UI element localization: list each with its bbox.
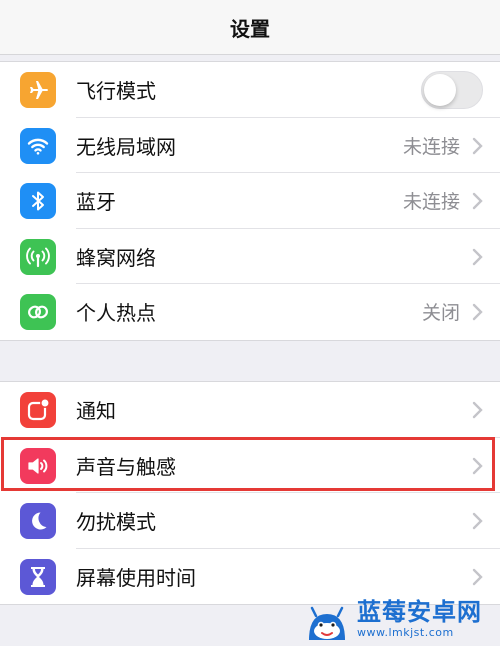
settings-row-label: 声音与触感 bbox=[76, 454, 176, 479]
wlan-status: 未连接 bbox=[402, 135, 460, 158]
settings-row-do-not-disturb[interactable]: 勿扰模式 bbox=[0, 493, 500, 549]
watermark-name: 蓝莓安卓网 bbox=[357, 597, 482, 626]
chevron-right-icon bbox=[472, 401, 483, 419]
chevron-right-icon bbox=[472, 303, 483, 321]
speaker-icon bbox=[20, 447, 56, 484]
chevron-right-icon bbox=[472, 192, 483, 210]
toggle-knob bbox=[424, 74, 456, 106]
settings-group-connectivity: 飞行模式 无线局域网 未连接 蓝牙 未连接 蜂窝网络 个人热点 关闭 bbox=[0, 61, 500, 341]
watermark-url: www.lmkjst.com bbox=[357, 625, 454, 639]
settings-row-label: 通知 bbox=[76, 399, 116, 424]
settings-row-bluetooth[interactable]: 蓝牙 未连接 bbox=[0, 173, 500, 229]
cellular-antenna-icon bbox=[20, 238, 56, 275]
chevron-right-icon bbox=[472, 248, 483, 265]
airplane-icon bbox=[20, 72, 56, 108]
settings-row-label: 无线局域网 bbox=[76, 134, 176, 159]
settings-row-label: 蓝牙 bbox=[76, 190, 116, 215]
settings-row-wlan[interactable]: 无线局域网 未连接 bbox=[0, 118, 500, 173]
notifications-icon bbox=[20, 392, 56, 428]
settings-row-personal-hotspot[interactable]: 个人热点 关闭 bbox=[0, 284, 500, 340]
settings-row-airplane-mode: 飞行模式 bbox=[0, 62, 500, 118]
hourglass-icon bbox=[20, 558, 56, 595]
settings-group-notifications: 通知 声音与触感 勿扰模式 屏幕使用时间 bbox=[0, 381, 500, 605]
settings-row-label: 飞行模式 bbox=[76, 79, 156, 104]
hotspot-link-icon bbox=[20, 294, 56, 330]
settings-row-label: 个人热点 bbox=[76, 301, 156, 326]
chevron-right-icon bbox=[472, 568, 483, 585]
settings-row-label: 屏幕使用时间 bbox=[76, 565, 196, 590]
chevron-right-icon bbox=[472, 137, 483, 154]
moon-icon bbox=[20, 503, 56, 539]
watermark: 蓝莓安卓网 www.lmkjst.com bbox=[303, 594, 500, 643]
settings-row-label: 蜂窝网络 bbox=[76, 245, 156, 270]
hotspot-status: 关闭 bbox=[421, 302, 460, 325]
airplane-mode-toggle[interactable] bbox=[421, 71, 483, 109]
bluetooth-icon bbox=[20, 183, 56, 219]
settings-row-label: 勿扰模式 bbox=[76, 510, 156, 535]
settings-row-notifications[interactable]: 通知 bbox=[0, 382, 500, 438]
navigation-bar: 设置 bbox=[0, 0, 500, 55]
bluetooth-status: 未连接 bbox=[402, 191, 460, 214]
settings-row-sounds-haptics[interactable]: 声音与触感 bbox=[0, 438, 500, 493]
page-title: 设置 bbox=[230, 16, 270, 41]
settings-row-cellular[interactable]: 蜂窝网络 bbox=[0, 229, 500, 284]
chevron-right-icon bbox=[472, 512, 483, 530]
chevron-right-icon bbox=[472, 457, 483, 474]
robot-mascot-logo bbox=[303, 596, 351, 642]
wifi-icon bbox=[20, 127, 56, 164]
